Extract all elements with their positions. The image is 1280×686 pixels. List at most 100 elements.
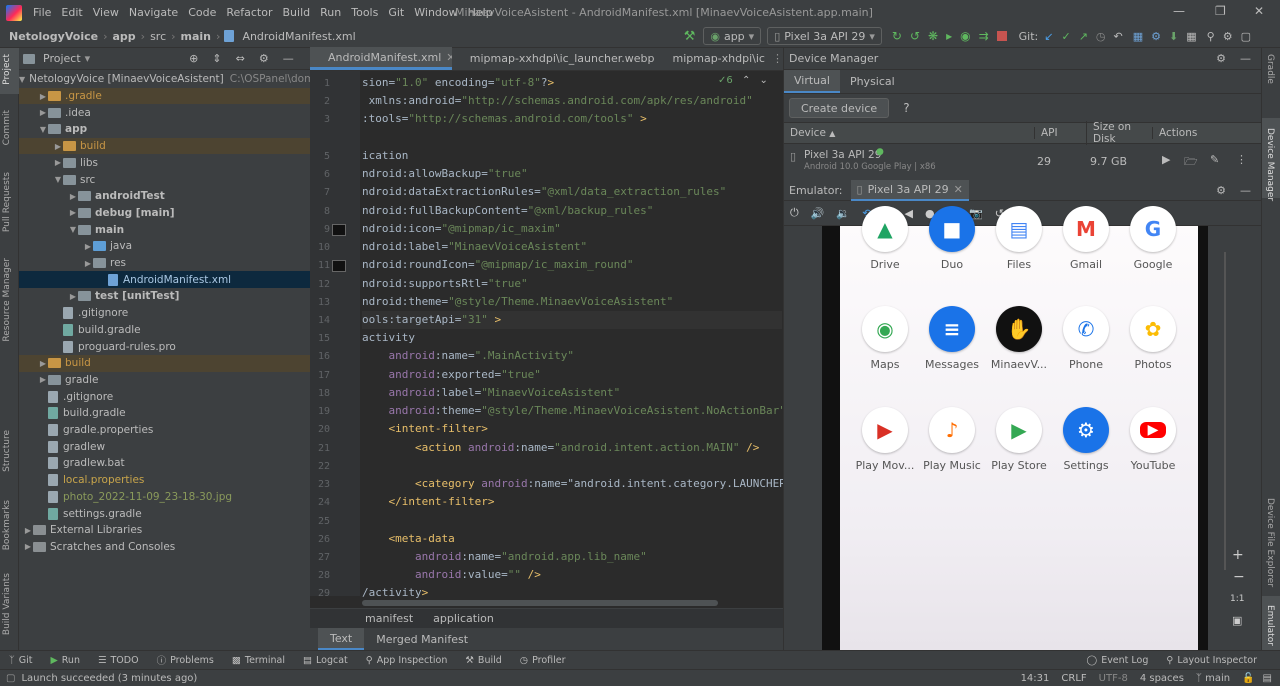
breadcrumb-project[interactable]: NetologyVoice (6, 30, 101, 43)
app-icon-duo[interactable]: ■ Duo (917, 206, 987, 271)
tool-project[interactable]: Project (2, 54, 12, 85)
tree-item[interactable]: ▶ libs (19, 155, 310, 172)
tool-device-file-explorer[interactable]: Device File Explorer (1265, 498, 1275, 587)
gear-icon[interactable]: ⚙ (1223, 30, 1233, 43)
apply-changes-icon[interactable]: ↺ (910, 29, 920, 43)
tree-item[interactable]: ▶ gradle (19, 372, 310, 389)
app-icon-phone[interactable]: ✆ Phone (1051, 306, 1121, 371)
tab-mipmap-xhdpi[interactable]: mipmap-xhdpi\ic (654, 47, 766, 70)
tree-item[interactable]: ▶ External Libraries (19, 522, 310, 539)
tool-terminal[interactable]: ▩ Terminal (223, 655, 294, 666)
emulator-scrollbar-lower[interactable] (1224, 370, 1232, 570)
column-size[interactable]: Size on Disk (1086, 121, 1152, 145)
git-branch-widget[interactable]: ᛉ main (1196, 673, 1230, 684)
tree-item[interactable]: ▶ debug [main] (19, 205, 310, 222)
tool-bookmarks[interactable]: Bookmarks (2, 500, 12, 550)
sdk-manager-icon[interactable]: ⬇ (1169, 30, 1178, 43)
rollback-icon[interactable]: ↶ (1114, 30, 1123, 43)
avd-manager-icon[interactable]: ▦ (1133, 30, 1143, 43)
line-separator[interactable]: CRLF (1061, 673, 1086, 684)
more-icon[interactable]: ⋮ (1236, 153, 1247, 166)
menu-file[interactable]: File (28, 6, 56, 19)
device-dropdown[interactable]: ▯ Pixel 3a API 29 ▾ (767, 27, 882, 45)
git-update-icon[interactable]: ↙ (1044, 30, 1053, 43)
debug-icon[interactable]: ❋ (928, 29, 938, 43)
create-device-button[interactable]: Create device (789, 98, 890, 118)
chevron-right-icon[interactable]: ▶ (68, 292, 78, 301)
device-screen[interactable]: ▲ Drive ■ Duo ▤ Files M Gmail G Google ◉ Maps ≡ Messa… (840, 206, 1198, 650)
collapse-all-icon[interactable]: ⇔ (236, 52, 245, 65)
tool-logcat[interactable]: ▤ Logcat (294, 655, 357, 666)
tool-run[interactable]: ▶ Run (41, 655, 89, 666)
status-message[interactable]: Launch succeeded (3 minutes ago) (21, 673, 197, 684)
tool-emulator[interactable]: Emulator (1265, 605, 1275, 646)
chevron-right-icon[interactable]: ▶ (83, 242, 93, 251)
chevron-right-icon[interactable]: ▶ (38, 108, 48, 117)
close-icon[interactable]: ✕ (1254, 4, 1264, 18)
hide-icon[interactable]: — (283, 52, 294, 65)
history-icon[interactable]: ◷ (1096, 30, 1106, 43)
menu-navigate[interactable]: Navigate (124, 6, 183, 19)
chevron-down-icon[interactable]: ▼ (38, 125, 48, 134)
tree-item[interactable]: proguard-rules.pro (19, 338, 310, 355)
app-icon-youtube[interactable]: ▶ YouTube (1118, 407, 1188, 472)
tool-resource-manager[interactable]: Resource Manager (2, 258, 12, 342)
tool-gradle[interactable]: Gradle (1265, 54, 1275, 84)
power-icon[interactable]: ⏻ (790, 206, 799, 220)
memory-icon[interactable]: ▤ (1263, 673, 1272, 684)
tree-item[interactable]: .gitignore (19, 388, 310, 405)
app-icon-drive[interactable]: ▲ Drive (850, 206, 920, 271)
tree-item[interactable]: ▶ test [unitTest] (19, 288, 310, 305)
run-config-dropdown[interactable]: ◉ app ▾ (703, 27, 762, 45)
tool-event-log[interactable]: ◯ Event Log (1078, 655, 1158, 666)
tool-problems[interactable]: ⓘ Problems (148, 653, 223, 668)
zoom-fit-icon[interactable]: ▣ (1232, 614, 1242, 627)
breadcrumb-app[interactable]: app (109, 30, 138, 43)
column-device[interactable]: Device ▲ (784, 127, 1034, 139)
git-commit-icon[interactable]: ✓ (1061, 30, 1070, 43)
menu-view[interactable]: View (88, 6, 124, 19)
tree-item[interactable]: ▼ src (19, 171, 310, 188)
chevron-down-icon[interactable]: ▼ (68, 225, 78, 234)
tree-item[interactable]: ▶ res (19, 255, 310, 272)
tab-android-manifest[interactable]: AndroidManifest.xml ✕ (310, 47, 452, 70)
tree-item[interactable]: build.gradle (19, 322, 310, 339)
indent-setting[interactable]: 4 spaces (1140, 673, 1184, 684)
tree-item[interactable]: ▶ androidTest (19, 188, 310, 205)
chevron-down-icon[interactable]: ⌄ (760, 75, 768, 86)
profile-icon[interactable]: ◉ (960, 29, 970, 43)
tree-item[interactable]: ▶ .idea (19, 104, 310, 121)
edit-icon[interactable]: ✎ (1210, 153, 1219, 166)
chevron-right-icon[interactable]: ▶ (23, 526, 33, 535)
tree-item[interactable]: AndroidManifest.xml (19, 271, 310, 289)
tool-build-variants[interactable]: Build Variants (2, 573, 12, 635)
expand-all-icon[interactable]: ⇕ (212, 52, 221, 65)
app-icon-photos[interactable]: ✿ Photos (1118, 306, 1188, 371)
tree-item[interactable]: photo_2022-11-09_23-18-30.jpg (19, 489, 310, 506)
tree-item[interactable]: ▶ build (19, 137, 310, 155)
breadcrumb-application[interactable]: application (433, 612, 494, 625)
inspection-widget[interactable]: ✓6 ⌃ ⌄ (718, 75, 768, 86)
column-actions[interactable]: Actions (1152, 127, 1197, 139)
app-icon-minaevv[interactable]: ✋ MinaevV... (984, 306, 1054, 371)
project-view-dropdown[interactable]: Project (43, 52, 81, 65)
app-icon-settings[interactable]: ⚙ Settings (1051, 407, 1121, 472)
emulator-scrollbar[interactable] (1224, 252, 1232, 382)
zoom-out-icon[interactable]: − (1233, 569, 1245, 585)
maximize-icon[interactable]: ❐ (1215, 4, 1226, 18)
emulator-device-tab[interactable]: ▯ Pixel 3a API 29 ✕ (850, 179, 969, 201)
app-icon-google[interactable]: G Google (1118, 206, 1188, 271)
device-row[interactable]: ▯ Pixel 3a API 29 ● Android 10.0 Google … (784, 144, 1261, 178)
tool-todo[interactable]: ☰ TODO (89, 655, 148, 666)
chevron-right-icon[interactable]: ▶ (38, 375, 48, 384)
menu-code[interactable]: Code (183, 6, 221, 19)
column-api[interactable]: API (1034, 127, 1086, 139)
tab-text[interactable]: Text (318, 628, 365, 650)
lock-icon[interactable]: 🔓 (1242, 673, 1254, 684)
horizontal-scrollbar[interactable] (362, 600, 718, 606)
file-encoding[interactable]: UTF-8 (1099, 673, 1128, 684)
tool-git[interactable]: ᛉ Git (0, 655, 41, 666)
close-icon[interactable]: ✕ (954, 183, 963, 196)
chevron-right-icon[interactable]: ▶ (38, 359, 48, 368)
tree-item[interactable]: ▶ Scratches and Consoles (19, 539, 310, 556)
